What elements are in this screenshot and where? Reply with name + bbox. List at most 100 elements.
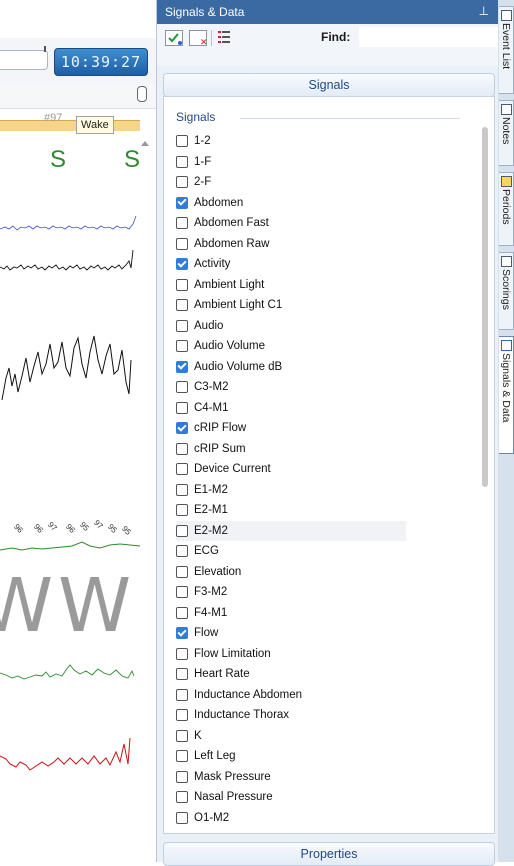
signal-row[interactable]: E2-M1: [176, 500, 456, 521]
signal-checkbox[interactable]: [176, 340, 188, 353]
signal-row[interactable]: F3-M2: [176, 582, 456, 603]
event-list-icon: [501, 10, 512, 21]
tab-label: Signals & Data: [500, 353, 512, 423]
signal-row[interactable]: Ambient Light C1: [176, 295, 456, 316]
chart-topbar: [0, 0, 156, 38]
signal-label: 2-F: [194, 176, 212, 189]
signal-checkbox[interactable]: [176, 729, 188, 742]
signal-checkbox[interactable]: [176, 504, 188, 517]
signal-label: Ambient Light: [194, 278, 265, 291]
tab-event-list[interactable]: Event List: [499, 6, 514, 94]
signal-row[interactable]: Abdomen: [176, 193, 456, 214]
signal-row[interactable]: Audio: [176, 316, 456, 337]
signal-row[interactable]: 1-F: [176, 152, 456, 173]
signal-checkbox[interactable]: [176, 442, 188, 455]
signal-checkbox[interactable]: [176, 791, 188, 804]
signal-checkbox[interactable]: [176, 401, 188, 414]
signal-checkbox[interactable]: [176, 627, 188, 640]
time-clock-display: 10:39:27: [54, 48, 148, 76]
scroll-lock-icon[interactable]: [137, 86, 147, 102]
signal-row[interactable]: Left Leg: [176, 746, 456, 767]
trace-flow: [1, 335, 132, 401]
signal-checkbox[interactable]: [176, 319, 188, 332]
signal-row[interactable]: Audio Volume: [176, 336, 456, 357]
signal-checkbox[interactable]: [176, 237, 188, 250]
signal-row[interactable]: Abdomen Raw: [176, 234, 456, 255]
signal-label: Device Current: [194, 463, 271, 476]
signal-checkbox[interactable]: [176, 688, 188, 701]
properties-section-header[interactable]: Properties: [163, 842, 495, 866]
signal-checkbox[interactable]: [176, 668, 188, 681]
signal-row[interactable]: cRIP Sum: [176, 439, 456, 460]
signal-checkbox[interactable]: [176, 565, 188, 578]
pin-icon[interactable]: ⊥: [479, 4, 489, 18]
signal-label: Abdomen: [194, 196, 244, 209]
list-icon[interactable]: [217, 29, 231, 45]
stage-label-large: W: [58, 563, 132, 649]
signal-checkbox[interactable]: [176, 463, 188, 476]
tab-notes[interactable]: Notes: [499, 100, 514, 166]
signal-checkbox[interactable]: [176, 360, 188, 373]
signal-row[interactable]: Activity: [176, 254, 456, 275]
signal-row[interactable]: Flow: [176, 623, 456, 644]
signal-row[interactable]: O1-M2: [176, 808, 456, 829]
signal-label: cRIP Sum: [194, 442, 246, 455]
signal-label: Left Leg: [194, 750, 236, 763]
periods-icon: [501, 176, 512, 187]
signal-checkbox[interactable]: [176, 770, 188, 783]
signal-row[interactable]: F4-M1: [176, 603, 456, 624]
signal-row[interactable]: Inductance Abdomen: [176, 685, 456, 706]
signal-checkbox[interactable]: [176, 176, 188, 189]
signal-row[interactable]: 2-F: [176, 172, 456, 193]
spo2-value: 96: [32, 522, 45, 535]
signal-checkbox[interactable]: [176, 299, 188, 312]
signal-row[interactable]: K: [176, 726, 456, 747]
signal-checkbox[interactable]: [176, 524, 188, 537]
signal-row[interactable]: Heart Rate: [176, 664, 456, 685]
signal-label: Audio: [194, 319, 224, 332]
tab-signals-data[interactable]: Signals & Data: [499, 336, 514, 454]
signals-section-header[interactable]: Signals: [163, 73, 495, 97]
time-slider-field[interactable]: [0, 50, 48, 70]
signal-checkbox[interactable]: [176, 647, 188, 660]
signal-checkbox[interactable]: [176, 483, 188, 496]
signal-row[interactable]: 1-2: [176, 131, 456, 152]
signal-row[interactable]: C4-M1: [176, 398, 456, 419]
signal-checkbox[interactable]: [176, 750, 188, 763]
signal-row[interactable]: Ambient Light: [176, 275, 456, 296]
signal-row[interactable]: C3-M2: [176, 377, 456, 398]
signal-checkbox[interactable]: [176, 135, 188, 148]
signal-row[interactable]: Device Current: [176, 459, 456, 480]
signal-checkbox[interactable]: [176, 381, 188, 394]
tab-scorings[interactable]: Scorings: [499, 252, 514, 330]
list-scrollbar-thumb[interactable]: [482, 127, 488, 487]
signal-checkbox[interactable]: [176, 422, 188, 435]
signal-label: ECG: [194, 545, 219, 558]
signal-row[interactable]: cRIP Flow: [176, 418, 456, 439]
signal-checkbox[interactable]: [176, 811, 188, 824]
signal-row[interactable]: Mask Pressure: [176, 767, 456, 788]
signal-checkbox[interactable]: [176, 278, 188, 291]
signal-checkbox[interactable]: [176, 709, 188, 722]
signal-checkbox[interactable]: [176, 586, 188, 599]
signal-row[interactable]: ECG: [176, 541, 456, 562]
notes-icon: [501, 104, 512, 115]
signal-checkbox[interactable]: [176, 155, 188, 168]
signal-row[interactable]: E1-M2: [176, 480, 456, 501]
signal-row[interactable]: Nasal Pressure: [176, 787, 456, 808]
signal-checkbox[interactable]: [176, 545, 188, 558]
signal-row[interactable]: Flow Limitation: [176, 644, 456, 665]
signal-row[interactable]: Abdomen Fast: [176, 213, 456, 234]
tab-periods[interactable]: Periods: [499, 172, 514, 246]
signal-row[interactable]: Inductance Thorax: [176, 705, 456, 726]
signal-row[interactable]: E2-M2: [176, 520, 406, 541]
signal-row[interactable]: Elevation: [176, 562, 456, 583]
find-input[interactable]: [359, 27, 499, 47]
signal-checkbox[interactable]: [176, 606, 188, 619]
signal-checkbox[interactable]: [176, 258, 188, 271]
signal-row[interactable]: Audio Volume dB: [176, 357, 456, 378]
check-all-icon[interactable]: [165, 30, 183, 46]
signal-checkbox[interactable]: [176, 196, 188, 209]
uncheck-all-icon[interactable]: ✕: [189, 30, 208, 48]
signal-checkbox[interactable]: [176, 217, 188, 230]
